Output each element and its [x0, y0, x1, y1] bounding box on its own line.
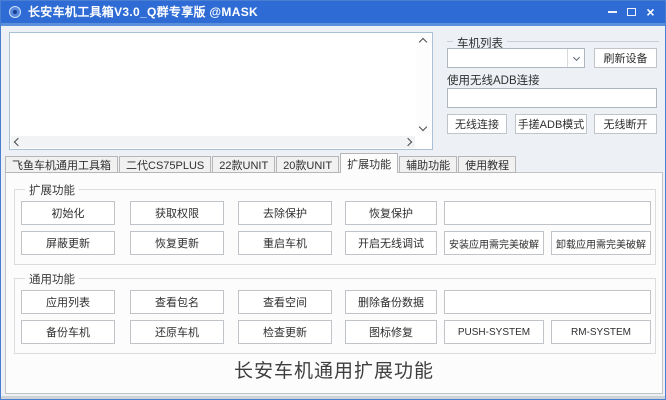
restore-protection-button[interactable]: 恢复保护	[345, 201, 437, 225]
page-banner-title: 长安车机通用扩展功能	[233, 361, 434, 382]
restore-headunit-button[interactable]: 还原车机	[130, 320, 224, 344]
dropdown-arrow-box[interactable]	[567, 49, 584, 67]
log-listbox[interactable]	[9, 32, 433, 150]
tab-tutorial[interactable]: 使用教程	[458, 156, 517, 173]
close-icon: ×	[646, 4, 655, 20]
extended-functions-page: 扩展功能 初始化 获取权限 去除保护 恢复保护 屏蔽更新 恢复更新 重启车机 开…	[5, 172, 663, 394]
view-package-name-button[interactable]: 查看包名	[130, 290, 224, 314]
minimize-button[interactable]	[603, 3, 622, 21]
extended-blank-button[interactable]	[444, 201, 651, 225]
rm-system-button[interactable]: RM-SYSTEM	[551, 320, 651, 344]
app-list-button[interactable]: 应用列表	[21, 290, 115, 314]
refresh-devices-button[interactable]: 刷新设备	[594, 48, 657, 68]
delete-backup-data-button[interactable]: 删除备份数据	[345, 290, 437, 314]
scroll-left-icon[interactable]	[13, 137, 23, 147]
extended-group-label: 扩展功能	[25, 182, 79, 198]
app-logo-circle-icon	[9, 6, 21, 18]
minimize-icon	[608, 11, 617, 13]
close-button[interactable]: ×	[641, 3, 660, 21]
wireless-adb-label: 使用无线ADB连接	[447, 75, 540, 87]
window-bottom-edge	[1, 396, 665, 399]
horizontal-scrollbar[interactable]	[11, 136, 415, 148]
window-controls: ×	[603, 1, 660, 23]
scroll-right-icon[interactable]	[403, 137, 413, 147]
tab-20-unit[interactable]: 20款UNIT	[276, 156, 340, 173]
enable-wireless-debug-button[interactable]: 开启无线调试	[345, 231, 437, 255]
scroll-up-icon[interactable]	[418, 37, 428, 47]
wireless-adb-input[interactable]	[447, 88, 657, 108]
block-updates-button[interactable]: 屏蔽更新	[21, 231, 115, 255]
log-content	[13, 35, 414, 133]
view-storage-button[interactable]: 查看空间	[238, 290, 332, 314]
device-select[interactable]	[447, 48, 585, 68]
tab-feiyu-toolbox[interactable]: 飞鱼车机通用工具箱	[5, 156, 118, 173]
device-list-groupbox: 车机列表	[447, 35, 659, 51]
wireless-disconnect-button[interactable]: 无线断开	[594, 114, 657, 134]
backup-headunit-button[interactable]: 备份车机	[21, 320, 115, 344]
extended-group: 扩展功能 初始化 获取权限 去除保护 恢复保护 屏蔽更新 恢复更新 重启车机 开…	[14, 182, 656, 265]
maximize-button[interactable]	[622, 3, 641, 21]
tab-22-unit[interactable]: 22款UNIT	[212, 156, 276, 173]
tab-cs75plus-gen2[interactable]: 二代CS75PLUS	[119, 156, 212, 173]
initialize-button[interactable]: 初始化	[21, 201, 115, 225]
tab-strip: 飞鱼车机通用工具箱 二代CS75PLUS 22款UNIT 20款UNIT 扩展功…	[5, 153, 517, 173]
icon-repair-button[interactable]: 图标修复	[345, 320, 437, 344]
wireless-connect-button[interactable]: 无线连接	[447, 114, 507, 134]
window-title: 长安车机工具箱V3.0_Q群专享版 @MASK	[28, 5, 258, 19]
general-group-label: 通用功能	[25, 271, 79, 287]
title-bar: 长安车机工具箱V3.0_Q群专享版 @MASK ×	[1, 1, 665, 23]
push-system-button[interactable]: PUSH-SYSTEM	[444, 320, 544, 344]
scroll-down-icon[interactable]	[418, 122, 428, 132]
tab-assist-functions[interactable]: 辅助功能	[399, 156, 458, 173]
reboot-headunit-button[interactable]: 重启车机	[238, 231, 332, 255]
uninstall-app-crack-button[interactable]: 卸载应用需完美破解	[551, 231, 651, 255]
get-permissions-button[interactable]: 获取权限	[130, 201, 224, 225]
check-updates-button[interactable]: 检查更新	[238, 320, 332, 344]
tab-extended-functions[interactable]: 扩展功能	[340, 153, 399, 173]
chevron-down-icon	[572, 53, 580, 61]
titlebar-accent-line	[1, 23, 665, 26]
restore-updates-button[interactable]: 恢复更新	[130, 231, 224, 255]
general-group: 通用功能 应用列表 查看包名 查看空间 删除备份数据 备份车机 还原车机 检查更…	[14, 271, 656, 354]
manual-adb-mode-button[interactable]: 手搓ADB模式	[515, 114, 587, 134]
maximize-icon	[627, 8, 636, 16]
remove-protection-button[interactable]: 去除保护	[238, 201, 332, 225]
vertical-scrollbar[interactable]	[416, 34, 431, 135]
app-window: 长安车机工具箱V3.0_Q群专享版 @MASK × 车机列表 刷新设备 使用无线…	[0, 0, 666, 400]
general-blank-button[interactable]	[444, 290, 651, 314]
install-app-crack-button[interactable]: 安装应用需完美破解	[444, 231, 544, 255]
